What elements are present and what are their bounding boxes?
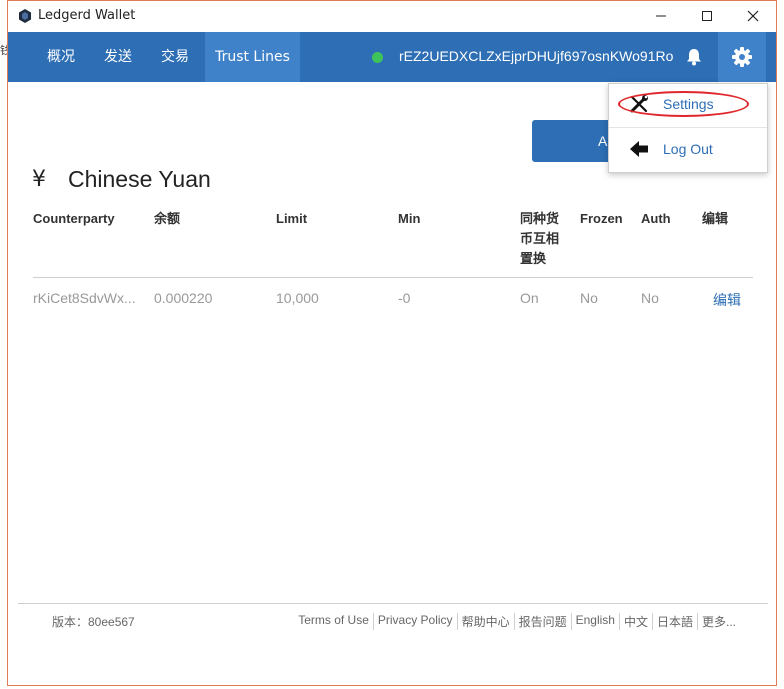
- settings-gear-button[interactable]: [718, 32, 766, 82]
- cell-frozen: No: [580, 290, 598, 306]
- footer-link-terms[interactable]: Terms of Use: [294, 613, 373, 630]
- footer-link-chinese[interactable]: 中文: [618, 613, 652, 630]
- title-bar: Ledgerd Wallet: [8, 1, 776, 31]
- tab-send[interactable]: 发送: [93, 32, 143, 82]
- version-label: 版本：80ee567: [52, 615, 135, 629]
- window-title: Ledgerd Wallet: [38, 8, 136, 23]
- footer-link-help[interactable]: 帮助中心: [456, 613, 514, 630]
- settings-dropdown-menu: Settings Log Out: [608, 83, 768, 173]
- tab-trust-lines[interactable]: Trust Lines: [205, 32, 300, 82]
- tab-overview[interactable]: 概况: [36, 32, 86, 82]
- cell-min: -0: [398, 290, 411, 306]
- currency-name: Chinese Yuan: [68, 166, 211, 192]
- cell-limit: 10,000: [276, 290, 319, 306]
- arrow-left-icon: [630, 141, 648, 157]
- cell-auth: No: [641, 290, 659, 306]
- cell-balance: 0.000220: [154, 290, 213, 306]
- maximize-icon: [702, 11, 712, 21]
- footer-link-privacy[interactable]: Privacy Policy: [372, 613, 457, 630]
- bell-icon: [687, 49, 701, 66]
- maximize-button[interactable]: [684, 1, 730, 31]
- notifications-button[interactable]: [670, 32, 718, 82]
- footer-link-english[interactable]: English: [570, 613, 619, 630]
- footer-divider: [18, 603, 768, 604]
- col-header-limit: Limit: [276, 211, 308, 226]
- top-nav: 概况 发送 交易 Trust Lines rEZ2UEDXCLZxEjprDHU…: [8, 32, 776, 82]
- add-trust-line-button[interactable]: A: [532, 120, 612, 162]
- col-header-min: Min: [398, 211, 421, 226]
- footer-link-report[interactable]: 报告问题: [513, 613, 571, 630]
- minimize-button[interactable]: [638, 1, 684, 31]
- col-header-counterparty: Counterparty: [33, 211, 115, 226]
- footer-links: Terms of Use Privacy Policy 帮助中心 报告问题 En…: [294, 613, 740, 630]
- table-header-divider: [33, 277, 753, 278]
- connection-status-indicator: [372, 52, 383, 63]
- footer-link-more[interactable]: 更多...: [696, 613, 740, 630]
- red-highlight-ellipse: [618, 91, 749, 117]
- tab-transactions[interactable]: 交易: [150, 32, 200, 82]
- close-icon: [747, 10, 759, 22]
- footer-link-japanese[interactable]: 日本語: [651, 613, 697, 630]
- background-window-stub: 钱: [0, 44, 7, 56]
- currency-symbol: ¥: [32, 167, 46, 192]
- menu-item-logout[interactable]: Log Out: [609, 129, 767, 171]
- logout-label: Log Out: [663, 141, 713, 157]
- col-header-edit: 编辑: [702, 211, 729, 226]
- menu-divider: [609, 127, 767, 128]
- close-button[interactable]: [730, 1, 776, 31]
- minimize-icon: [656, 15, 666, 17]
- edit-link[interactable]: 编辑: [713, 290, 741, 310]
- col-header-balance: 余额: [154, 211, 181, 226]
- col-header-auth: Auth: [641, 211, 671, 226]
- gear-icon: [732, 47, 752, 67]
- col-header-frozen: Frozen: [580, 211, 623, 226]
- cell-rippling: On: [520, 290, 539, 306]
- app-logo-icon: [19, 9, 31, 23]
- app-window: Ledgerd Wallet 概况 发送 交易 Trust Lines rEZ2…: [7, 0, 777, 686]
- cell-counterparty: rKiCet8SdvWx...: [33, 290, 136, 306]
- wallet-address: rEZ2UEDXCLZxEjprDHUjf697osnKWo91Ro: [399, 48, 674, 64]
- col-header-rippling: 同种货 币互相 置换: [520, 211, 560, 266]
- menu-item-settings[interactable]: Settings: [609, 84, 767, 126]
